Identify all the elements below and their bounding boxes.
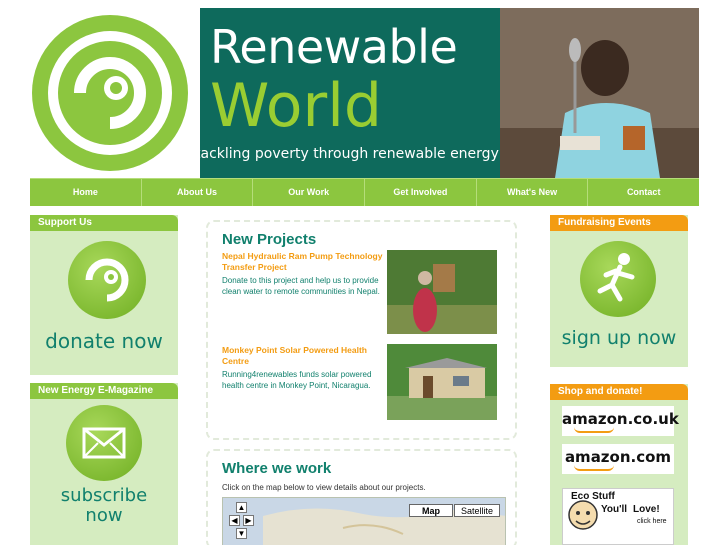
main-nav: Home About Us Our Work Get Involved What… (30, 178, 699, 206)
amazon-com-link[interactable]: amazon.com (562, 444, 674, 474)
new-projects-panel: New Projects Nepal Hydraulic Ram Pump Te… (206, 220, 517, 440)
eco-stuff-line1: Eco Stuff (571, 491, 615, 502)
project-item: Monkey Point Solar Powered Health Centre… (222, 345, 384, 391)
nav-our-work[interactable]: Our Work (253, 179, 366, 206)
support-us-box: Support Us donate now (30, 215, 178, 375)
fundraising-events-heading: Fundraising Events (550, 215, 688, 231)
eco-click-here: click here (637, 518, 667, 525)
page: Renewable World tackling poverty through… (30, 8, 699, 545)
nav-get-involved[interactable]: Get Involved (365, 179, 477, 206)
amazon-smile-icon (574, 465, 614, 471)
runner-icon (580, 241, 656, 317)
project-item: Nepal Hydraulic Ram Pump Technology Tran… (222, 251, 384, 297)
nav-whats-new[interactable]: What's New (477, 179, 589, 206)
eco-stuff-line2: You'll (601, 504, 628, 515)
e-magazine-box: New Energy E-Magazine subscribe now (30, 383, 178, 545)
nav-home[interactable]: Home (30, 179, 142, 206)
donate-now-label: donate now (45, 329, 163, 353)
eco-stuff-line3: Love! (633, 504, 660, 515)
where-we-work-heading: Where we work (222, 460, 332, 477)
envelope-icon (66, 405, 142, 481)
map-view-button[interactable]: Map (409, 504, 453, 517)
amazon-smile-icon (574, 427, 614, 433)
eco-cartoon-icon (568, 500, 598, 530)
where-we-work-panel: Where we work Click on the map below to … (206, 449, 517, 545)
project-description: Running4renewables funds solar powered h… (222, 370, 372, 390)
e-magazine-heading: New Energy E-Magazine (30, 383, 178, 399)
amazon-uk-label: amazon.co.uk (562, 410, 679, 428)
shop-and-donate-box: Shop and donate! amazon.co.uk amazon.com… (550, 384, 688, 545)
project-title-link[interactable]: Monkey Point Solar Powered Health Centre (222, 345, 384, 367)
pan-right-icon[interactable]: ▶ (243, 515, 254, 526)
project-title-link[interactable]: Nepal Hydraulic Ram Pump Technology Tran… (222, 251, 384, 273)
donate-swirl-icon (68, 241, 146, 319)
brand-name-line2: World (210, 71, 382, 141)
pan-up-icon[interactable]: ▲ (236, 502, 247, 513)
project-photo-nepal[interactable] (387, 250, 497, 334)
new-projects-heading: New Projects (222, 231, 317, 248)
amazon-com-label: amazon.com (564, 448, 672, 466)
pan-left-icon[interactable]: ◀ (229, 515, 240, 526)
projects-map[interactable]: Map Satellite ▲ ◀ ▶ ▼ (222, 497, 506, 545)
brand-tagline: tackling poverty through renewable energ… (195, 146, 499, 162)
eco-stuff-banner[interactable]: Eco Stuff You'll Love! click here (562, 488, 674, 545)
satellite-view-button[interactable]: Satellite (454, 504, 500, 517)
pan-down-icon[interactable]: ▼ (236, 528, 247, 539)
fundraising-events-box: Fundraising Events sign up now (550, 215, 688, 367)
support-us-heading: Support Us (30, 215, 178, 231)
header-photo (500, 8, 699, 178)
sign-up-now-link[interactable]: sign up now (550, 231, 688, 367)
nav-about-us[interactable]: About Us (142, 179, 254, 206)
amazon-uk-link[interactable]: amazon.co.uk (562, 406, 679, 436)
nav-contact[interactable]: Contact (588, 179, 699, 206)
logo-swirl-icon[interactable] (30, 8, 200, 178)
where-we-work-intro: Click on the map below to view details a… (222, 483, 426, 492)
header-banner: Renewable World tackling poverty through… (30, 8, 699, 178)
subscribe-label: subscribe (60, 485, 148, 506)
project-photo-health-centre[interactable] (387, 344, 497, 420)
subscribe-now-link[interactable]: subscribe now (30, 399, 178, 545)
sign-up-now-label: sign up now (561, 327, 677, 349)
subscribe-now-label: now (85, 505, 123, 526)
brand-name-line1: Renewable (210, 20, 458, 74)
shop-and-donate-heading: Shop and donate! (550, 384, 688, 400)
donate-now-link[interactable]: donate now (30, 231, 178, 375)
project-description: Donate to this project and help us to pr… (222, 276, 380, 296)
